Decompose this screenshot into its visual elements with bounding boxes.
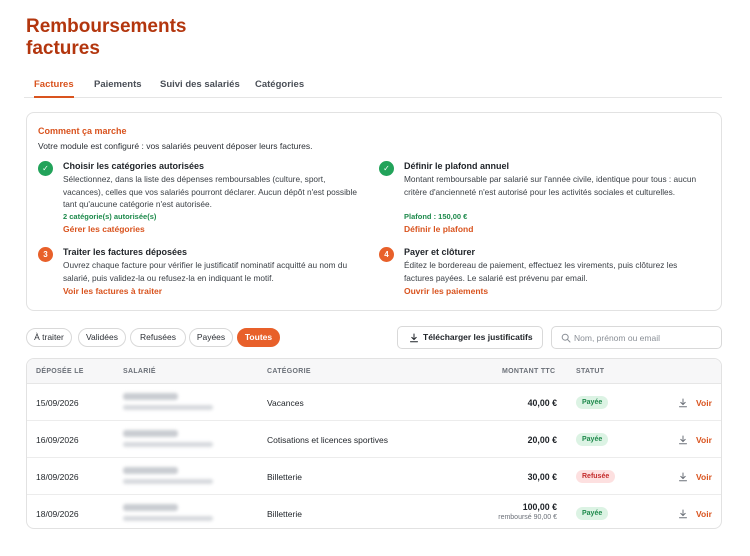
step-number-badge: 3 <box>38 247 53 262</box>
search-box <box>551 326 722 349</box>
step-process-invoices: 3 Traiter les factures déposées Ouvrez c… <box>38 247 368 302</box>
row-date: 18/09/2026 <box>36 472 79 482</box>
header-category: CATÉGORIE <box>267 368 311 375</box>
manage-categories-link[interactable]: Gérer les catégories <box>63 224 145 234</box>
table-row[interactable]: 15/09/2026 Vacances 40,00 € Payée Voir <box>27 384 721 421</box>
view-invoice-link[interactable]: Voir <box>696 435 712 445</box>
tab-suivi-salaries[interactable]: Suivi des salariés <box>160 78 240 98</box>
invoices-table: DÉPOSÉE LE SALARIÉ CATÉGORIE MONTANT TTC… <box>26 358 722 529</box>
tab-paiements[interactable]: Paiements <box>94 78 142 98</box>
step-ceiling: ✓ Définir le plafond annuel Montant remb… <box>379 161 709 236</box>
table-row[interactable]: 16/09/2026 Cotisations et licences sport… <box>27 421 721 458</box>
step-title: Définir le plafond annuel <box>404 161 510 171</box>
header-amount: MONTANT TTC <box>502 368 556 375</box>
employee-name-redacted <box>123 393 178 400</box>
tab-factures[interactable]: Factures <box>34 78 74 98</box>
header-employee: SALARIÉ <box>123 368 156 375</box>
view-invoice-link[interactable]: Voir <box>696 472 712 482</box>
employee-name-redacted <box>123 467 178 474</box>
page-title: Remboursements factures <box>26 16 187 59</box>
how-it-works-title: Comment ça marche <box>38 126 127 136</box>
row-reimbursed-amount: remboursé 90,00 € <box>498 514 557 521</box>
table-row[interactable]: 18/09/2026 Billetterie 100,00 € rembours… <box>27 495 721 528</box>
download-icon <box>410 333 418 343</box>
filter-payees[interactable]: Payées <box>189 328 233 347</box>
step-status: Plafond : 150,00 € <box>404 212 468 221</box>
download-receipts-button[interactable]: Télécharger les justificatifs <box>397 326 543 349</box>
employee-email-redacted <box>123 479 213 484</box>
row-amount: 40,00 € <box>527 398 557 408</box>
row-category: Billetterie <box>267 472 302 482</box>
open-payments-link[interactable]: Ouvrir les paiements <box>404 286 488 296</box>
search-icon <box>561 333 571 343</box>
step-description: Montant remboursable par salarié sur l'a… <box>404 174 697 197</box>
filter-toutes[interactable]: Toutes <box>237 328 280 347</box>
status-badge: Payée <box>576 507 609 520</box>
row-date: 16/09/2026 <box>36 435 79 445</box>
step-description: Sélectionnez, dans la liste des dépenses… <box>63 174 357 210</box>
step-status: 2 catégorie(s) autorisée(s) <box>63 212 157 221</box>
step-description: Ouvrez chaque facture pour vérifier le j… <box>63 260 348 283</box>
status-badge: Payée <box>576 396 609 409</box>
set-ceiling-link[interactable]: Définir le plafond <box>404 224 473 234</box>
download-receipts-label: Télécharger les justificatifs <box>423 332 533 342</box>
invoices-to-process-link[interactable]: Voir les factures à traiter <box>63 286 162 296</box>
row-amount: 30,00 € <box>527 472 557 482</box>
filter-refusees[interactable]: Refusées <box>130 328 186 347</box>
step-description: Éditez le bordereau de paiement, effectu… <box>404 260 678 283</box>
filter-a-traiter[interactable]: À traiter <box>26 328 72 347</box>
check-icon: ✓ <box>38 161 53 176</box>
employee-name-redacted <box>123 504 178 511</box>
step-pay-close: 4 Payer et clôturer Éditez le bordereau … <box>379 247 709 302</box>
row-amount: 100,00 € <box>522 502 557 512</box>
download-icon[interactable] <box>678 472 688 482</box>
step-number-badge: 4 <box>379 247 394 262</box>
view-invoice-link[interactable]: Voir <box>696 509 712 519</box>
row-category: Cotisations et licences sportives <box>267 435 388 445</box>
download-icon[interactable] <box>678 509 688 519</box>
download-icon[interactable] <box>678 435 688 445</box>
view-invoice-link[interactable]: Voir <box>696 398 712 408</box>
employee-name-redacted <box>123 430 178 437</box>
status-badge: Refusée <box>576 470 616 483</box>
how-it-works-card: Comment ça marche Votre module est confi… <box>26 112 722 311</box>
tab-categories[interactable]: Catégories <box>255 78 304 98</box>
filter-validees[interactable]: Validées <box>78 328 126 347</box>
check-icon: ✓ <box>379 161 394 176</box>
header-date: DÉPOSÉE LE <box>36 368 84 375</box>
search-input[interactable] <box>574 329 719 346</box>
employee-email-redacted <box>123 405 213 410</box>
row-amount: 20,00 € <box>527 435 557 445</box>
step-categories: ✓ Choisir les catégories autorisées Séle… <box>38 161 368 236</box>
table-header: DÉPOSÉE LE SALARIÉ CATÉGORIE MONTANT TTC… <box>27 359 721 384</box>
row-date: 18/09/2026 <box>36 509 79 519</box>
status-badge: Payée <box>576 433 609 446</box>
step-title: Choisir les catégories autorisées <box>63 161 205 171</box>
step-title: Traiter les factures déposées <box>63 247 188 257</box>
row-date: 15/09/2026 <box>36 398 79 408</box>
table-row[interactable]: 18/09/2026 Billetterie 30,00 € Refusée V… <box>27 458 721 495</box>
header-status: STATUT <box>576 368 605 375</box>
step-title: Payer et clôturer <box>404 247 476 257</box>
how-it-works-intro: Votre module est configuré : vos salarié… <box>38 141 313 151</box>
employee-email-redacted <box>123 516 213 521</box>
tab-bar: Factures Paiements Suivi des salariés Ca… <box>24 78 722 98</box>
download-icon[interactable] <box>678 398 688 408</box>
row-category: Vacances <box>267 398 304 408</box>
employee-email-redacted <box>123 442 213 447</box>
row-category: Billetterie <box>267 509 302 519</box>
